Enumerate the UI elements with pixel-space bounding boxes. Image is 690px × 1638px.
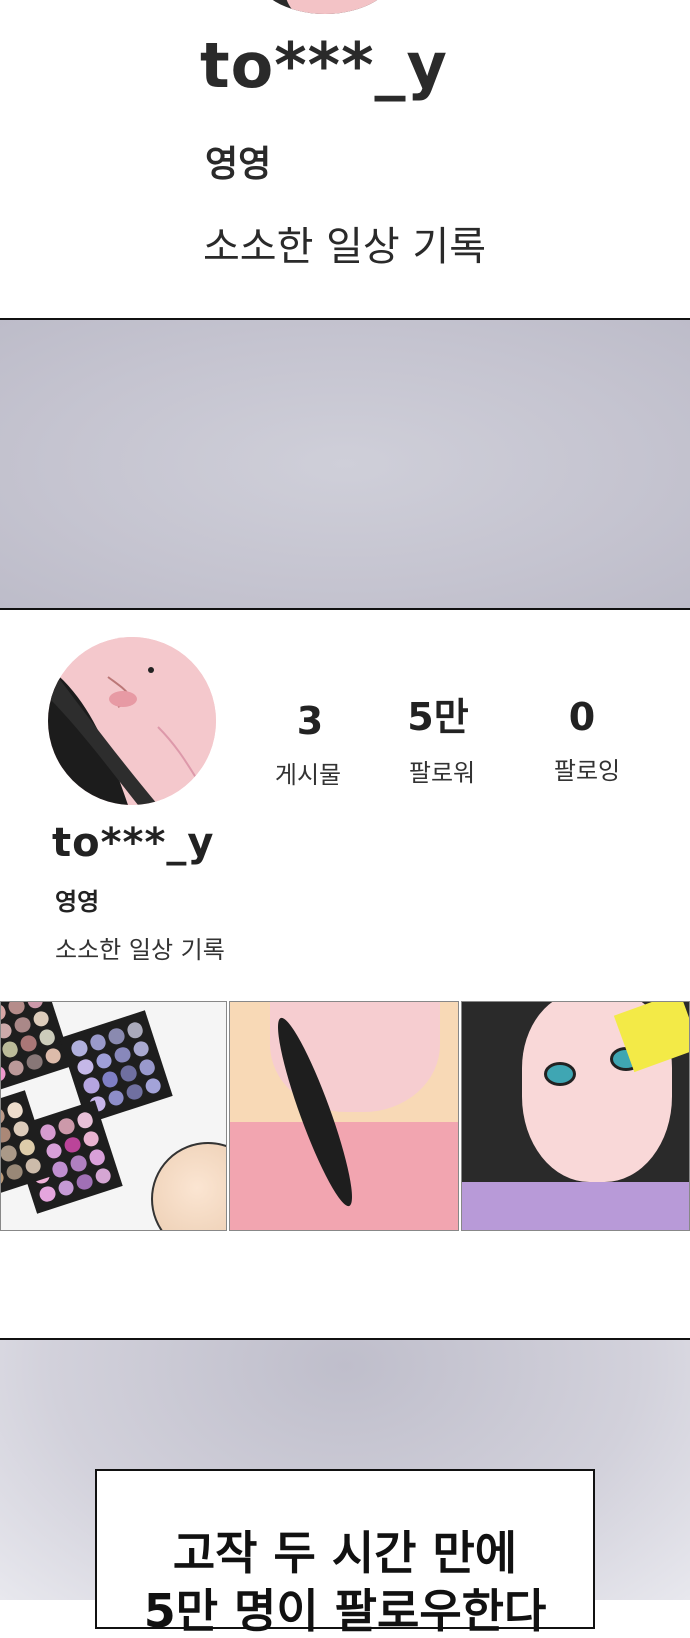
followers-label[interactable]: 팔로워 xyxy=(387,761,497,785)
grey-panel xyxy=(0,320,690,608)
profile-display-name: 영영 xyxy=(55,888,100,916)
post-thumbnail-selfie[interactable] xyxy=(461,1001,690,1231)
following-label[interactable]: 팔로잉 xyxy=(532,759,642,783)
zoomed-display-name: 영영 xyxy=(205,144,272,185)
followers-count[interactable]: 5만 xyxy=(383,698,493,736)
following-count[interactable]: 0 xyxy=(527,698,637,736)
posts-label: 게시물 xyxy=(274,761,342,789)
powder-compact xyxy=(151,1142,226,1230)
speech-line-1: 고작 두 시간 만에 xyxy=(172,1526,518,1580)
panel-border xyxy=(0,608,690,610)
zoomed-bio: 소소한 일상 기록 xyxy=(203,224,487,270)
profile-username: to***_y xyxy=(52,820,215,866)
posts-count: 3 xyxy=(296,699,324,743)
zoomed-username: to***_y xyxy=(200,29,448,102)
post-thumbnail-palettes[interactable] xyxy=(0,1001,227,1231)
zoomed-profile-panel: to***_y 영영 소소한 일상 기록 xyxy=(0,0,690,318)
profile-avatar-partial xyxy=(255,0,395,14)
profile-avatar[interactable] xyxy=(48,637,216,805)
speech-line-2: 5만 명이 팔로우한다 xyxy=(143,1584,547,1638)
post-thumbnail-portrait[interactable] xyxy=(229,1001,459,1231)
avatar-illustration xyxy=(48,637,216,805)
profile-bio: 소소한 일상 기록 xyxy=(55,936,225,964)
